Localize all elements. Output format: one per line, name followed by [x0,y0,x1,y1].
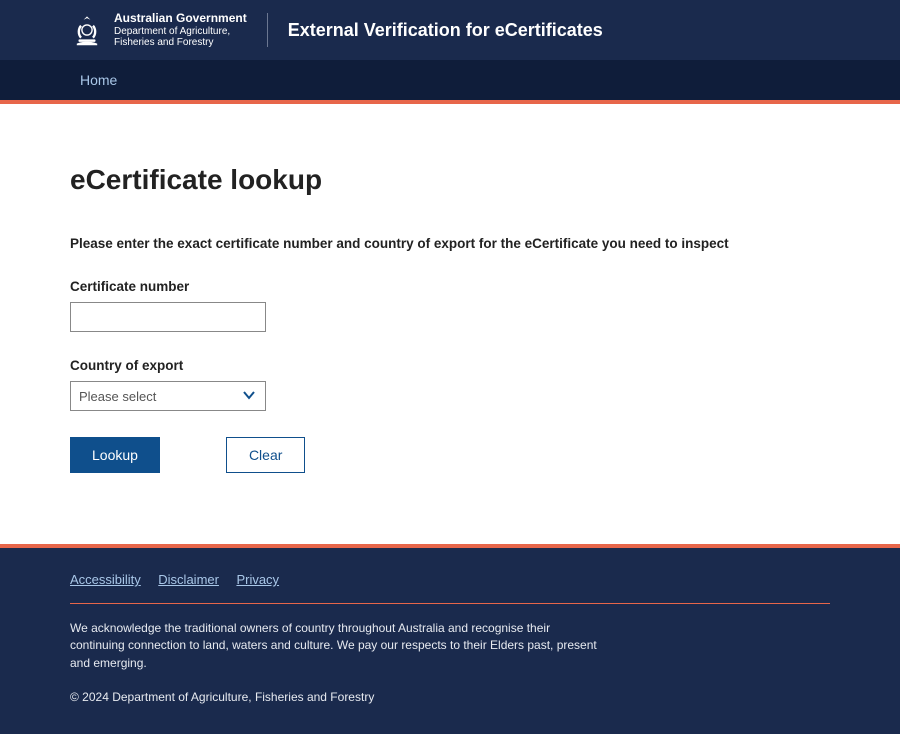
app-title: External Verification for eCertificates [288,20,603,41]
country-select[interactable]: Please select [70,381,266,411]
certificate-field: Certificate number [70,279,830,332]
footer-link-accessibility[interactable]: Accessibility [70,572,141,587]
header-divider [267,13,268,47]
gov-logo: Australian Government Department of Agri… [70,12,247,47]
instructions: Please enter the exact certificate numbe… [70,236,830,251]
certificate-label: Certificate number [70,279,830,294]
acknowledgement: We acknowledge the traditional owners of… [70,620,600,672]
site-footer: Accessibility Disclaimer Privacy We ackn… [0,548,900,734]
country-selected-value: Please select [79,389,156,404]
crest-icon [70,13,104,47]
button-row: Lookup Clear [70,437,830,473]
page-heading: eCertificate lookup [70,164,830,196]
lookup-button[interactable]: Lookup [70,437,160,473]
footer-link-privacy[interactable]: Privacy [236,572,279,587]
gov-line3: Fisheries and Forestry [114,37,247,48]
footer-links: Accessibility Disclaimer Privacy [70,572,830,587]
gov-line2: Department of Agriculture, [114,26,247,37]
navbar: Home [0,60,900,100]
site-header: Australian Government Department of Agri… [0,0,900,60]
footer-divider [70,603,830,604]
nav-home[interactable]: Home [80,72,117,88]
country-field: Country of export Please select [70,358,830,411]
clear-button[interactable]: Clear [226,437,305,473]
gov-logo-text: Australian Government Department of Agri… [114,12,247,47]
certificate-input[interactable] [70,302,266,332]
country-label: Country of export [70,358,830,373]
gov-line1: Australian Government [114,12,247,25]
copyright: © 2024 Department of Agriculture, Fisher… [70,690,830,704]
footer-link-disclaimer[interactable]: Disclaimer [158,572,219,587]
main-content: eCertificate lookup Please enter the exa… [0,104,900,544]
